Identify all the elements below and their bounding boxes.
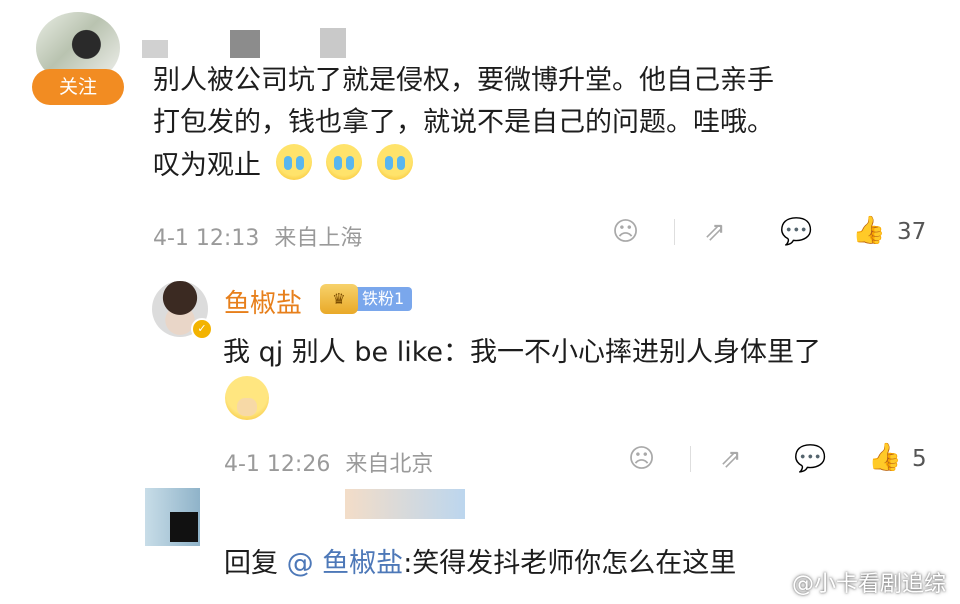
comment-line: 叹为观止: [153, 144, 923, 187]
divider: [690, 446, 691, 472]
comment-time: 4-1 12:13: [153, 226, 260, 251]
comment-line: 打包发的，钱也拿了，就说不是自己的问题。哇哦。: [153, 107, 774, 138]
masked-username-block: [320, 28, 346, 58]
crying-face-emoji-icon: [275, 144, 312, 180]
crying-face-emoji-icon: [376, 144, 413, 180]
reply-time: 4-1 12:26: [224, 452, 331, 477]
follow-button[interactable]: 关注: [32, 69, 124, 105]
verified-badge-icon: ✓: [191, 318, 213, 340]
reply-text: 我 qj 别人 be like：我一不小心摔进别人身体里了: [223, 337, 822, 368]
comment-meta: 4-1 12:13 来自上海: [153, 220, 362, 252]
reply-text: 回复 @ 鱼椒盐:笑得发抖老师你怎么在这里: [224, 544, 736, 584]
reply-body: :笑得发抖老师你怎么在这里: [403, 548, 737, 579]
like-count: 37: [897, 219, 927, 245]
thumbs-up-icon[interactable]: 👍: [868, 441, 902, 473]
crown-badge-icon: ♛: [320, 284, 358, 314]
reply-meta: 4-1 12:26 来自北京: [224, 446, 433, 478]
masked-username-block: [142, 40, 168, 58]
watermark: @小卡看剧追综: [791, 572, 946, 597]
frown-face-icon[interactable]: ☹: [628, 443, 655, 475]
masked-username-block: [345, 489, 465, 519]
comment-bubble-icon[interactable]: 💬: [794, 443, 826, 475]
masked-username-block: [230, 30, 260, 58]
comment-bubble-icon[interactable]: 💬: [780, 216, 812, 248]
comment-text: 别人被公司坑了就是侵权，要微博升堂。他自己亲手 打包发的，钱也拿了，就说不是自己…: [153, 60, 923, 187]
masked-avatar: [170, 512, 198, 542]
divider: [674, 219, 675, 245]
reply-location: 来自北京: [345, 452, 434, 477]
frown-face-icon[interactable]: ☹: [612, 216, 639, 248]
comment-line: 别人被公司坑了就是侵权，要微博升堂。他自己亲手: [153, 65, 774, 96]
like-count: 5: [912, 446, 927, 472]
reply-username[interactable]: 鱼椒盐: [224, 283, 302, 320]
mention-link[interactable]: @ 鱼椒盐: [287, 548, 404, 579]
thumbs-up-icon[interactable]: 👍: [852, 214, 886, 246]
pleading-face-emoji-icon: [225, 376, 269, 420]
share-icon[interactable]: ⇗: [720, 443, 742, 475]
crying-face-emoji-icon: [326, 144, 363, 180]
comment-location: 来自上海: [274, 226, 363, 251]
share-icon[interactable]: ⇗: [704, 216, 726, 248]
reply-prefix: 回复: [224, 548, 278, 579]
